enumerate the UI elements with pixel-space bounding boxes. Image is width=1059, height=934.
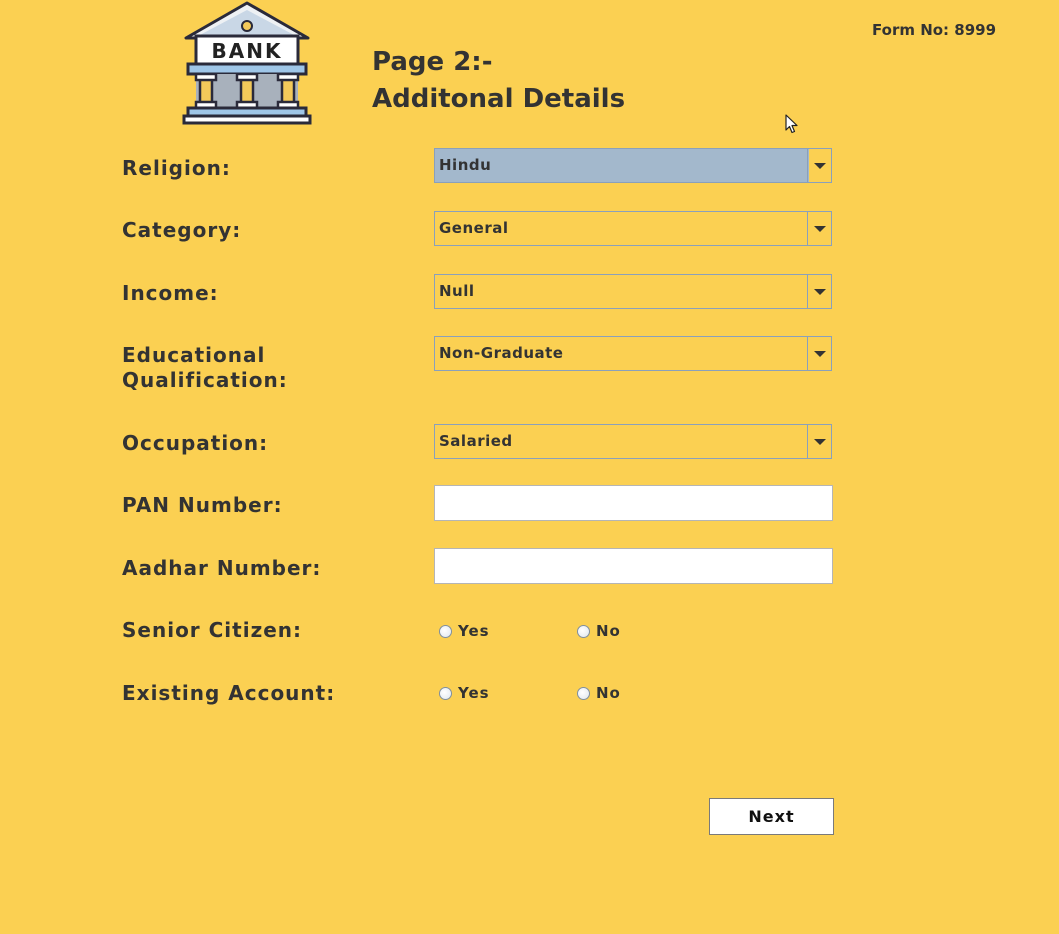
existing-account-no-option[interactable]: No	[577, 684, 621, 702]
education-dropdown-button[interactable]	[807, 337, 831, 370]
senior-citizen-no-option[interactable]: No	[577, 622, 621, 640]
aadhar-label: Aadhar Number:	[122, 556, 322, 580]
category-select[interactable]: General	[434, 211, 832, 246]
education-label: Educational Qualification:	[122, 343, 288, 393]
education-label-line1: Educational	[122, 343, 266, 367]
occupation-value: Salaried	[439, 432, 513, 450]
senior-citizen-label: Senior Citizen:	[122, 618, 303, 642]
page-subtitle: Additonal Details	[372, 84, 626, 114]
education-value: Non-Graduate	[439, 344, 564, 362]
income-select[interactable]: Null	[434, 274, 832, 309]
senior-citizen-yes-radio[interactable]	[439, 624, 452, 638]
page-title: Page 2:-	[372, 47, 493, 77]
bank-building-icon: BANK	[182, 0, 312, 126]
income-label: Income:	[122, 281, 219, 305]
chevron-down-icon	[813, 162, 826, 169]
existing-account-no-radio[interactable]	[577, 686, 590, 700]
income-dropdown-button[interactable]	[807, 275, 831, 308]
existing-account-label: Existing Account:	[122, 681, 336, 705]
category-value: General	[439, 219, 509, 237]
existing-account-no-label: No	[596, 684, 621, 702]
mouse-pointer-icon	[785, 114, 799, 138]
next-button[interactable]: Next	[709, 798, 834, 835]
aadhar-input[interactable]	[434, 548, 833, 584]
senior-citizen-yes-option[interactable]: Yes	[439, 622, 490, 640]
svg-text:BANK: BANK	[212, 39, 283, 63]
chevron-down-icon	[813, 288, 826, 295]
education-select[interactable]: Non-Graduate	[434, 336, 832, 371]
category-dropdown-button[interactable]	[807, 212, 831, 245]
existing-account-yes-label: Yes	[458, 684, 490, 702]
income-value: Null	[439, 282, 475, 300]
chevron-down-icon	[813, 438, 826, 445]
chevron-down-icon	[813, 225, 826, 232]
religion-label: Religion:	[122, 156, 231, 180]
category-label: Category:	[122, 218, 242, 242]
chevron-down-icon	[813, 350, 826, 357]
existing-account-yes-option[interactable]: Yes	[439, 684, 490, 702]
education-label-line2: Qualification:	[122, 368, 288, 392]
senior-citizen-yes-label: Yes	[458, 622, 490, 640]
religion-value: Hindu	[435, 149, 809, 182]
occupation-label: Occupation:	[122, 431, 269, 455]
pan-label: PAN Number:	[122, 493, 283, 517]
occupation-select[interactable]: Salaried	[434, 424, 832, 459]
senior-citizen-no-radio[interactable]	[577, 624, 590, 638]
pan-input[interactable]	[434, 485, 833, 521]
religion-select[interactable]: Hindu	[434, 148, 832, 183]
senior-citizen-no-label: No	[596, 622, 621, 640]
occupation-dropdown-button[interactable]	[807, 425, 831, 458]
religion-dropdown-button[interactable]	[807, 149, 831, 182]
existing-account-yes-radio[interactable]	[439, 686, 452, 700]
form-number: Form No: 8999	[872, 21, 997, 39]
